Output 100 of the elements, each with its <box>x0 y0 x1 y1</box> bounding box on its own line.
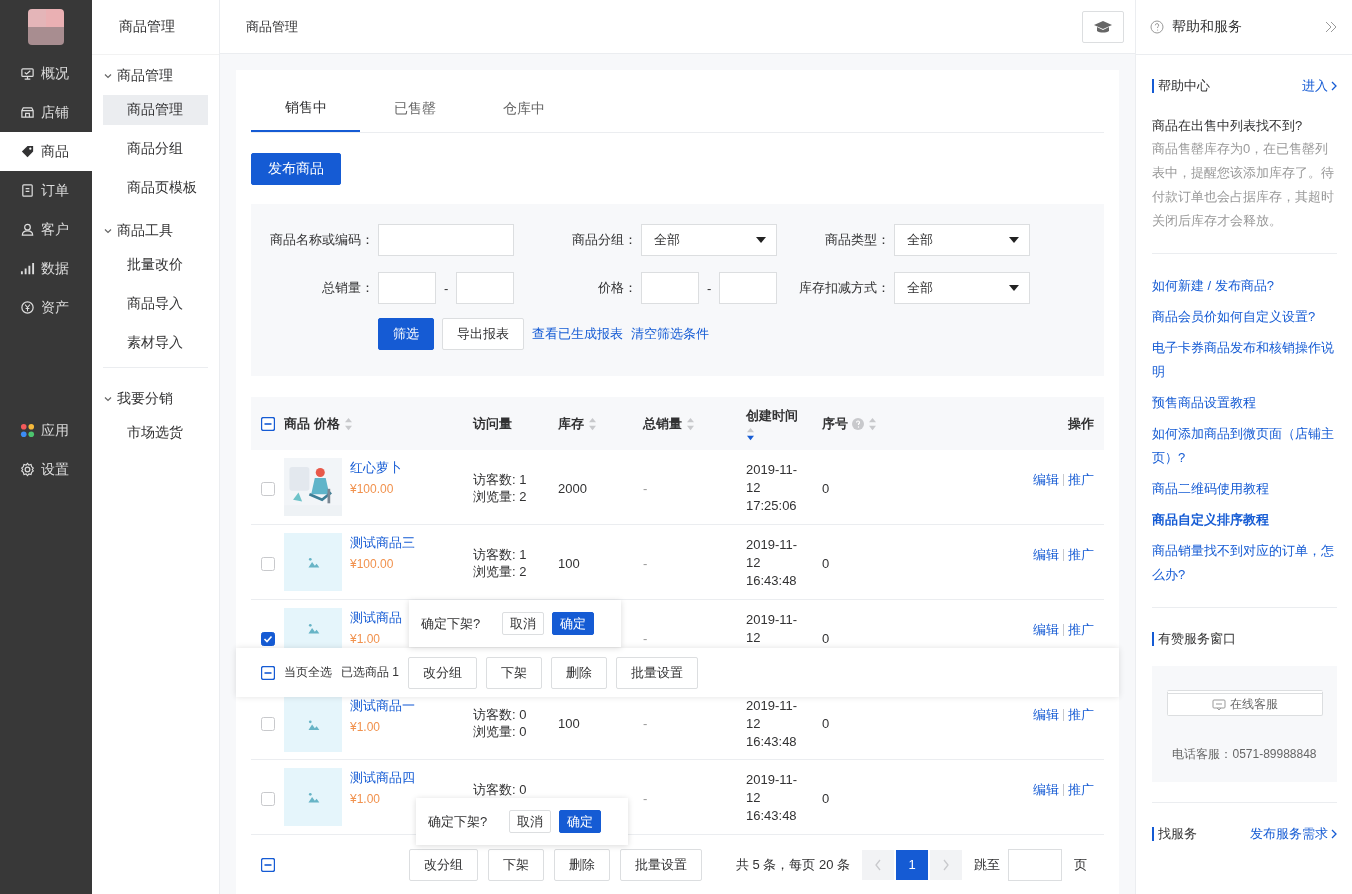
product-name-link[interactable]: 测试商品 <box>350 609 402 627</box>
tab[interactable]: 已售罄 <box>360 85 469 132</box>
range-separator: - <box>707 280 711 296</box>
help-link[interactable]: 商品销量找不到对应的订单，怎么办? <box>1152 539 1337 587</box>
batch-button[interactable]: 下架 <box>488 848 544 881</box>
column-header: 访问量 <box>473 414 512 433</box>
nav-item[interactable]: 应用 <box>0 411 92 450</box>
input-field[interactable] <box>378 224 514 256</box>
nav-item[interactable]: 商品分组 <box>103 134 208 164</box>
total-text: 共 5 条，每页 20 条 <box>736 855 851 874</box>
jump-label: 跳至 <box>974 855 1001 874</box>
confirm-button[interactable]: 确定 <box>552 612 595 635</box>
nav-item[interactable]: 店铺 <box>0 93 92 132</box>
previous-page-button[interactable] <box>862 849 895 880</box>
batch-button[interactable]: 批量设置 <box>616 656 698 689</box>
nav-item[interactable]: 市场选货 <box>103 418 208 448</box>
batch-button[interactable]: 改分组 <box>408 656 477 689</box>
help-link[interactable]: 如何添加商品到微页面（店铺主页）? <box>1152 422 1337 470</box>
action-link[interactable]: 编辑 <box>1033 546 1059 564</box>
chat-icon <box>1211 698 1226 711</box>
help-link[interactable]: 电子卡券商品发布和核销操作说明 <box>1152 336 1337 384</box>
input-field[interactable] <box>641 272 699 304</box>
sort-icon[interactable] <box>746 426 755 441</box>
row-checkbox[interactable] <box>261 632 275 646</box>
action-link[interactable]: 编辑 <box>1033 781 1059 799</box>
help-icon[interactable] <box>852 417 864 430</box>
action-link[interactable]: 推广 <box>1068 706 1094 724</box>
nav-item[interactable]: 素材导入 <box>103 328 208 358</box>
help-link[interactable]: 商品自定义排序教程 <box>1152 508 1337 532</box>
action-link[interactable]: 编辑 <box>1033 471 1059 489</box>
cancel-button[interactable]: 取消 <box>502 612 545 635</box>
online-service-button[interactable]: 在线客服 <box>1166 690 1323 716</box>
visit-count: 访客数: 1 <box>473 471 528 488</box>
page-input[interactable] <box>1008 848 1063 881</box>
batch-button[interactable]: 删除 <box>551 656 607 689</box>
table-cell: - <box>643 791 648 806</box>
publish-button[interactable]: 发布商品 <box>251 153 341 185</box>
link[interactable]: 清空筛选条件 <box>631 325 709 343</box>
page-button[interactable]: 1 <box>896 849 929 880</box>
nav-item[interactable]: 批量改价 <box>103 250 208 280</box>
collapse-icon[interactable] <box>1324 21 1338 33</box>
nav-item[interactable]: 设置 <box>0 450 92 489</box>
product-name-link[interactable]: 测试商品一 <box>350 697 415 715</box>
table-cell: 0 <box>822 631 830 646</box>
confirm-button[interactable]: 确定 <box>559 810 602 833</box>
nav-item[interactable]: 商品管理 <box>103 95 208 125</box>
nav-item[interactable]: 数据 <box>0 249 92 288</box>
next-page-button[interactable] <box>930 849 963 880</box>
action-link[interactable]: 推广 <box>1068 471 1094 489</box>
date-text: 12 <box>746 715 762 733</box>
nav-item[interactable]: 商品页模板 <box>103 173 208 203</box>
tutorial-button[interactable] <box>1082 10 1124 43</box>
nav-item[interactable]: 订单 <box>0 171 92 210</box>
enter-link[interactable]: 进入 <box>1302 77 1328 95</box>
select-all-checkbox[interactable] <box>261 416 275 431</box>
help-link[interactable]: 如何新建 / 发布商品? <box>1152 274 1337 298</box>
select-all-checkbox[interactable] <box>261 665 275 680</box>
batch-button[interactable]: 改分组 <box>409 848 478 881</box>
product-name-link[interactable]: 测试商品四 <box>350 769 415 787</box>
select-field[interactable]: 全部 <box>894 224 1030 256</box>
graduation-cap-icon <box>1093 19 1113 34</box>
nav-item[interactable]: 商品导入 <box>103 289 208 319</box>
batch-button[interactable]: 下架 <box>486 656 542 689</box>
nav-item[interactable]: 资产 <box>0 288 92 327</box>
batch-button[interactable]: 删除 <box>554 848 610 881</box>
select-field[interactable]: 全部 <box>894 272 1030 304</box>
input-field[interactable] <box>378 272 436 304</box>
post-request-link[interactable]: 发布服务需求 <box>1250 825 1328 843</box>
action-link[interactable]: 推广 <box>1068 546 1094 564</box>
select-all-checkbox[interactable] <box>261 857 275 872</box>
input-field[interactable] <box>456 272 514 304</box>
action-link[interactable]: 编辑 <box>1033 706 1059 724</box>
input-field[interactable] <box>719 272 777 304</box>
batch-button[interactable]: 批量设置 <box>620 848 702 881</box>
nav-item[interactable]: 客户 <box>0 210 92 249</box>
action-link[interactable]: 编辑 <box>1033 621 1059 639</box>
nav-group[interactable]: 我要分销 <box>103 380 208 418</box>
tab[interactable]: 仓库中 <box>469 85 578 132</box>
product-name-link[interactable]: 测试商品三 <box>350 534 415 552</box>
table-cell: 2000 <box>558 481 587 496</box>
product-name-link[interactable]: 红心萝卜 <box>350 459 402 477</box>
filter-button[interactable]: 筛选 <box>378 318 434 350</box>
help-link[interactable]: 商品二维码使用教程 <box>1152 477 1337 501</box>
action-link[interactable]: 推广 <box>1068 621 1094 639</box>
nav-group[interactable]: 商品管理 <box>103 57 208 95</box>
nav-group[interactable]: 商品工具 <box>103 212 208 250</box>
select-field[interactable]: 全部 <box>641 224 777 256</box>
tab[interactable]: 销售中 <box>251 85 360 132</box>
export-button[interactable]: 导出报表 <box>442 318 524 350</box>
panel-title: 帮助和服务 <box>1172 18 1242 36</box>
cancel-button[interactable]: 取消 <box>509 810 552 833</box>
table-cell: - <box>643 481 648 496</box>
nav-item[interactable]: 商品 <box>0 132 92 171</box>
link[interactable]: 查看已生成报表 <box>532 325 623 343</box>
help-link[interactable]: 商品会员价如何自定义设置? <box>1152 305 1337 329</box>
table-cell: 100 <box>558 716 580 731</box>
action-link[interactable]: 推广 <box>1068 781 1094 799</box>
confirm-text: 确定下架? <box>421 614 481 633</box>
nav-item[interactable]: 概况 <box>0 54 92 93</box>
help-link[interactable]: 预售商品设置教程 <box>1152 391 1337 415</box>
